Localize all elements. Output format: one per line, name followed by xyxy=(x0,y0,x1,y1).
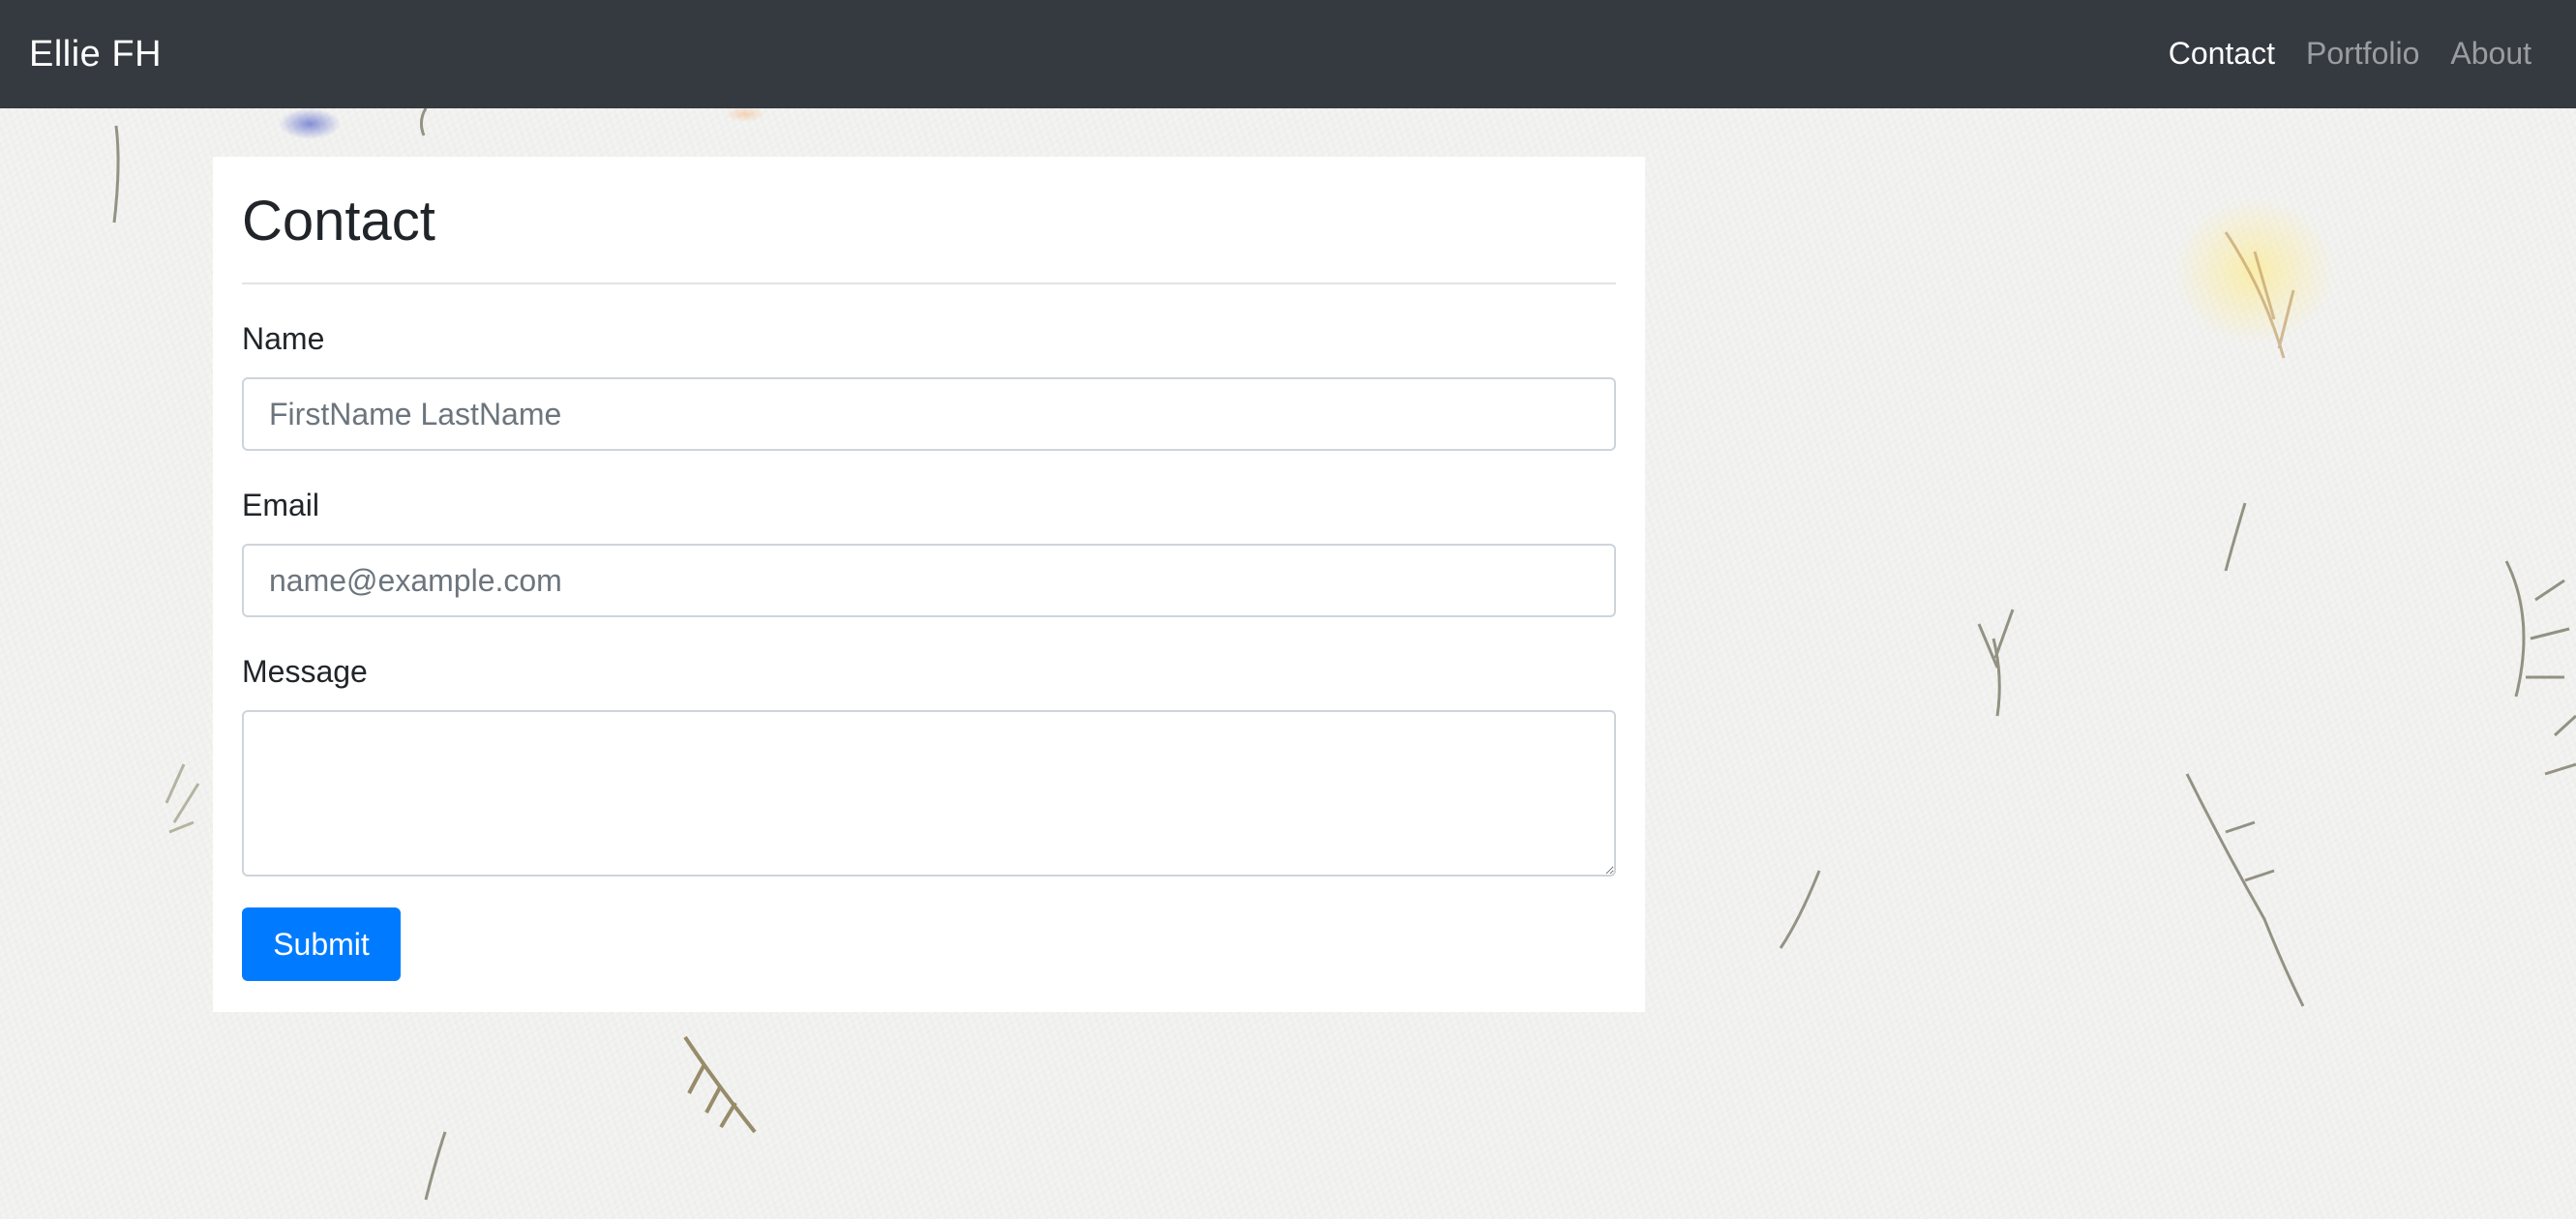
name-label: Name xyxy=(242,321,325,356)
page-title: Contact xyxy=(242,190,435,253)
nav-link-portfolio[interactable]: Portfolio xyxy=(2306,29,2419,77)
message-textarea[interactable] xyxy=(242,710,1616,877)
brand-link[interactable]: Ellie FH xyxy=(29,29,162,79)
nav-link-contact[interactable]: Contact xyxy=(2169,29,2275,77)
email-label: Email xyxy=(242,488,320,522)
message-label: Message xyxy=(242,654,368,689)
email-input[interactable] xyxy=(242,544,1616,617)
contact-card: Contact Name Email Message Submit xyxy=(213,157,1645,1012)
name-input[interactable] xyxy=(242,377,1616,451)
nav-links: Contact Portfolio About xyxy=(2138,29,2531,77)
title-divider xyxy=(242,282,1616,284)
top-navbar: Ellie FH Contact Portfolio About xyxy=(0,0,2576,108)
nav-link-about[interactable]: About xyxy=(2450,29,2531,77)
submit-button[interactable]: Submit xyxy=(242,907,401,981)
